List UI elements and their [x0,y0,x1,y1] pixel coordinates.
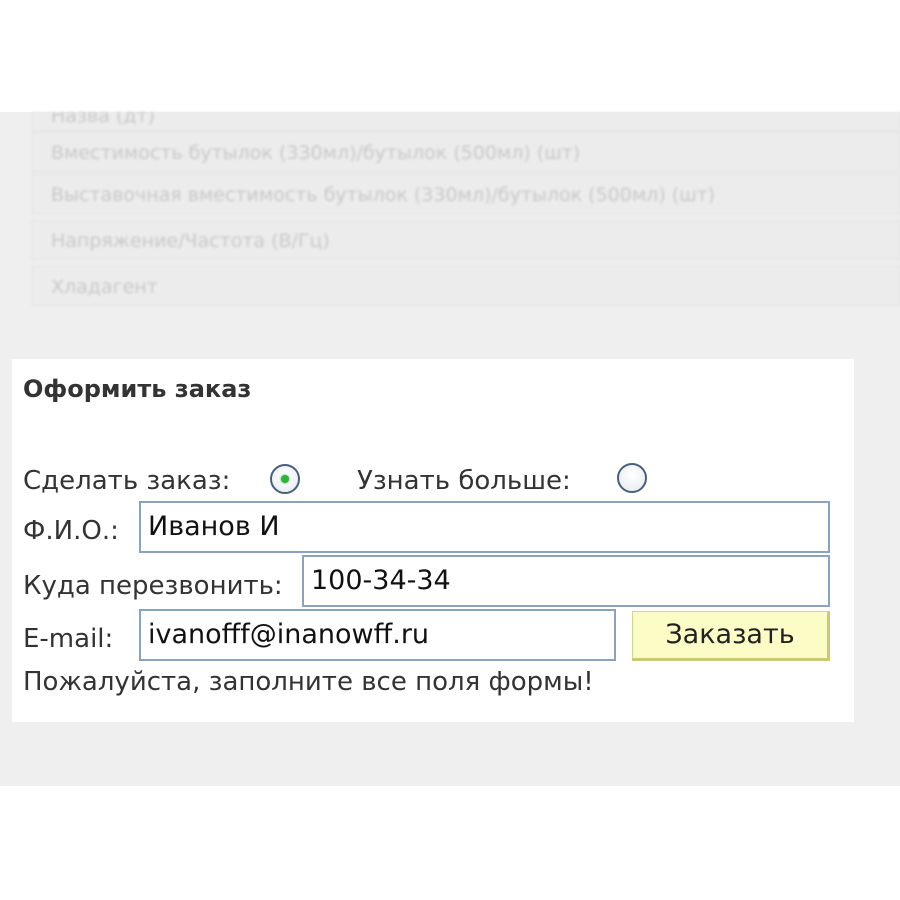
email-field[interactable]: ivanofff@inanowff.ru [139,609,616,661]
radio-order[interactable] [270,464,300,494]
phone-field[interactable]: 100-34-34 [302,555,830,607]
name-label: Ф.И.О.: [23,516,119,546]
order-form-title: Оформить заказ [23,375,252,403]
email-label: E-mail: [23,624,114,654]
spec-row: Хладагент [32,266,900,306]
spec-row: Назва (дт) [32,112,900,132]
form-notice: Пожалуйста, заполните все поля формы! [23,667,594,697]
spec-list: Назва (дт) Вместимость бутылок (330мл)/б… [32,112,900,318]
spec-row: Выставочная вместимость бутылок (330мл)/… [32,174,900,214]
radio-order-label: Сделать заказ: [23,466,231,496]
order-form: Оформить заказ Сделать заказ: Узнать бол… [12,359,854,722]
radio-selected-dot [281,475,289,483]
phone-label: Куда перезвонить: [23,571,283,601]
spec-row: Напряжение/Частота (В/Гц) [32,220,900,260]
spec-row: Вместимость бутылок (330мл)/бутылок (500… [32,132,900,172]
name-field[interactable]: Иванов И [139,501,830,553]
radio-info-label: Узнать больше: [357,466,571,496]
page: Назва (дт) Вместимость бутылок (330мл)/б… [0,0,900,900]
radio-info[interactable] [617,463,647,493]
order-submit-button[interactable]: Заказать [632,611,830,661]
